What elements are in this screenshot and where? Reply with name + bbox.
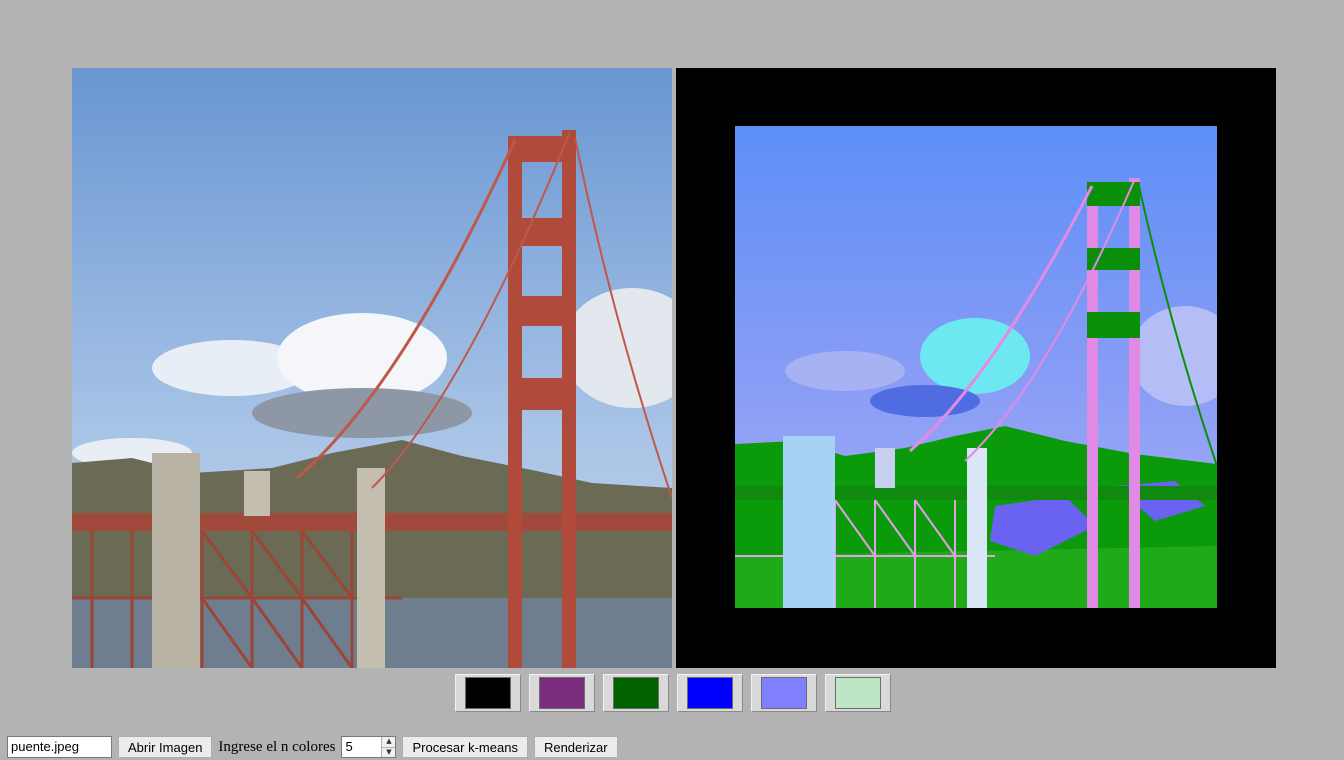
- swatch-color: [539, 677, 585, 709]
- stepper-arrows: ▲ ▼: [381, 737, 396, 757]
- filename-input[interactable]: puente.jpeg: [7, 736, 112, 758]
- original-image: [72, 68, 672, 668]
- controls-bar: puente.jpeg Abrir Imagen Ingrese el n co…: [7, 735, 618, 759]
- palette-swatch[interactable]: [603, 674, 669, 712]
- decrement-arrow-icon[interactable]: ▼: [382, 746, 396, 757]
- palette-swatch[interactable]: [825, 674, 891, 712]
- swatch-color: [613, 677, 659, 709]
- palette-swatch[interactable]: [529, 674, 595, 712]
- palette-swatch[interactable]: [751, 674, 817, 712]
- color-palette: [455, 674, 891, 712]
- swatch-color: [835, 677, 881, 709]
- palette-swatch[interactable]: [677, 674, 743, 712]
- render-button[interactable]: Renderizar: [533, 736, 618, 758]
- colors-count-value[interactable]: 5: [342, 737, 381, 757]
- open-image-button[interactable]: Abrir Imagen: [118, 736, 213, 758]
- swatch-color: [687, 677, 733, 709]
- palette-swatch[interactable]: [455, 674, 521, 712]
- increment-arrow-icon[interactable]: ▲: [382, 737, 396, 747]
- swatch-color: [465, 677, 511, 709]
- swatch-color: [761, 677, 807, 709]
- original-image-canvas: [72, 68, 672, 668]
- processed-image-canvas: [676, 68, 1276, 668]
- process-kmeans-button[interactable]: Procesar k-means: [402, 736, 528, 758]
- colors-count-stepper[interactable]: 5 ▲ ▼: [341, 736, 397, 758]
- processed-image: [735, 126, 1217, 608]
- colors-count-label: Ingrese el n colores: [218, 738, 336, 755]
